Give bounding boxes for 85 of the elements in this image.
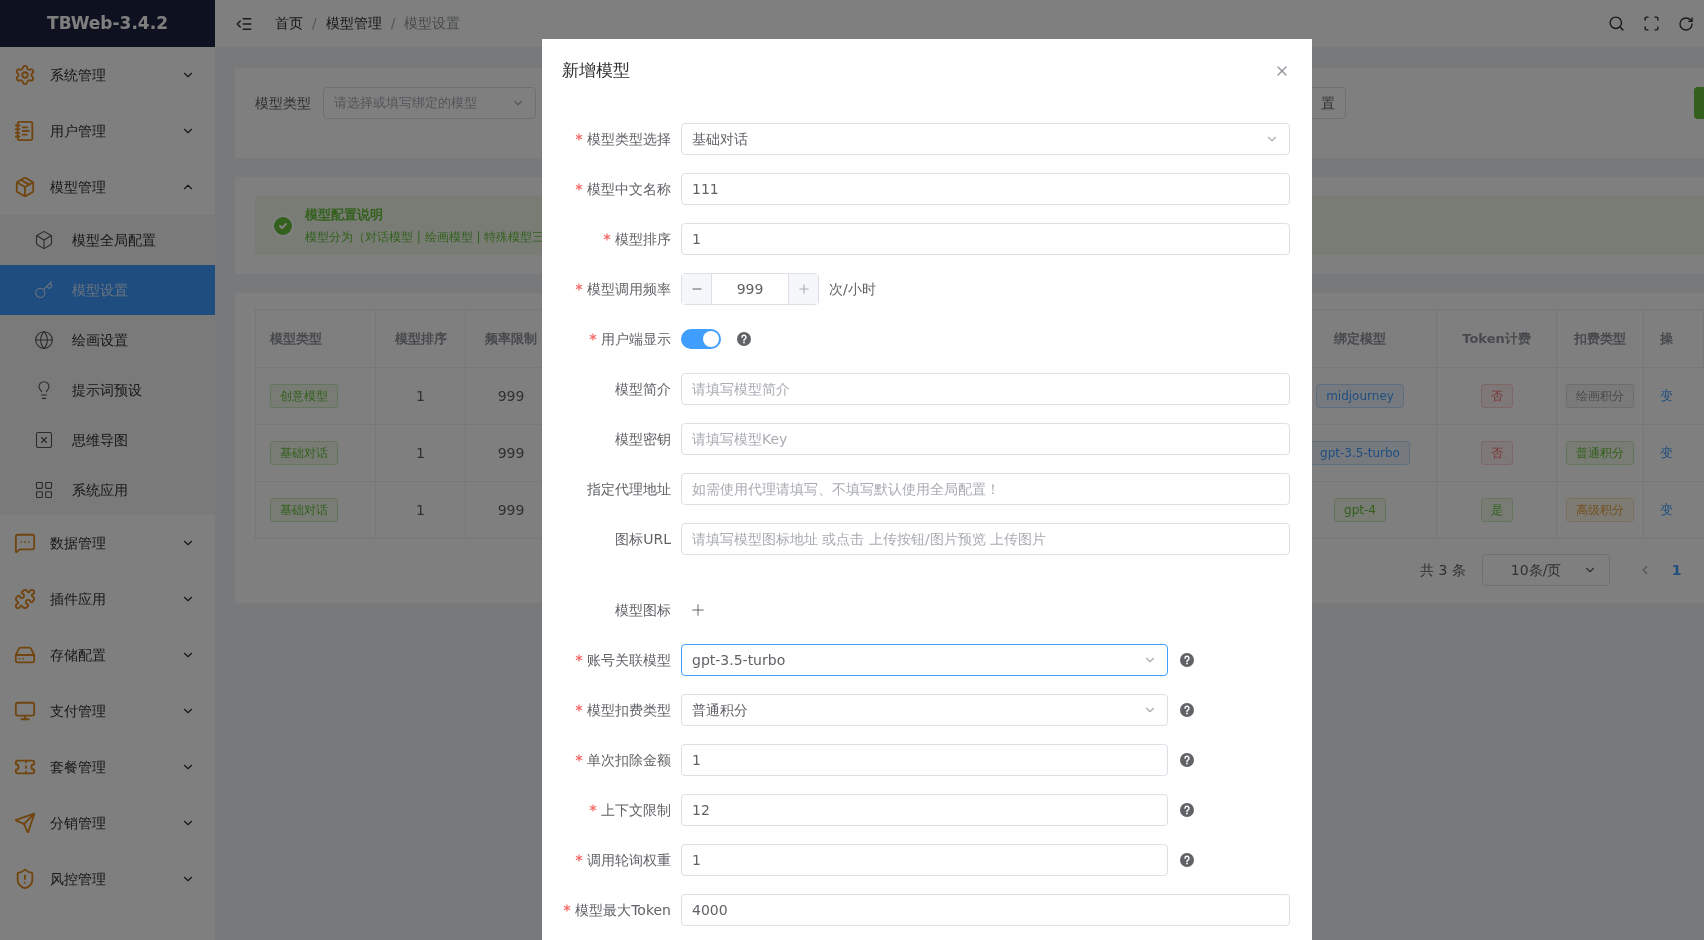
select-field[interactable]: gpt-3.5-turbo: [681, 644, 1168, 676]
submenu-item[interactable]: 提示词预设: [0, 365, 215, 415]
field-label: 指定代理地址: [587, 479, 671, 499]
field-label: 单次扣除金额: [587, 750, 671, 770]
dialog-title: 新增模型: [562, 59, 630, 83]
field-label: 图标URL: [615, 529, 671, 549]
breadcrumb-link[interactable]: 模型管理: [325, 13, 382, 34]
gear-icon: [14, 64, 36, 86]
menu-item[interactable]: 支付管理: [0, 683, 215, 739]
input-field[interactable]: 1: [681, 223, 1290, 255]
chat-icon: [14, 532, 36, 554]
select-field[interactable]: 普通积分: [681, 694, 1168, 726]
breadcrumb-link[interactable]: 首页: [275, 13, 303, 34]
input-field[interactable]: 12: [681, 794, 1168, 826]
field-label: 用户端显示: [601, 329, 671, 349]
puzzle-icon: [14, 588, 36, 610]
unit-label: 次/小时: [829, 279, 876, 299]
input-field[interactable]: 请填写模型Key: [681, 423, 1290, 455]
field-label: 上下文限制: [601, 800, 671, 820]
breadcrumb-separator: /: [312, 14, 317, 33]
submenu-item[interactable]: 系统应用: [0, 465, 215, 515]
menu-item[interactable]: 数据管理: [0, 515, 215, 571]
field-label: 模型类型选择: [587, 129, 671, 149]
grid-icon: [34, 480, 54, 500]
package-icon: [14, 176, 36, 198]
input-field[interactable]: 111: [681, 173, 1290, 205]
field-label: 模型简介: [615, 379, 671, 399]
toggle-switch[interactable]: [681, 329, 721, 349]
field-label: 账号关联模型: [587, 650, 671, 670]
menu-item[interactable]: 分销管理: [0, 795, 215, 851]
breadcrumb-separator: /: [390, 14, 396, 33]
field-label: 模型调用频率: [587, 279, 671, 299]
input-field[interactable]: 请填写模型简介: [681, 373, 1290, 405]
field-label: 模型图标: [615, 600, 671, 620]
field-label: 调用轮询权重: [587, 850, 671, 870]
menu-item[interactable]: 模型管理: [0, 159, 215, 215]
total-count: 共 3 条: [1420, 560, 1466, 580]
refresh-icon[interactable]: [1678, 15, 1694, 32]
key-icon: [34, 280, 54, 300]
page-size-select[interactable]: 10条/页: [1481, 554, 1610, 586]
help-icon[interactable]: [1180, 803, 1194, 817]
submenu-item[interactable]: 思维导图: [0, 415, 215, 465]
input-field[interactable]: 如需使用代理请填写、不填写默认使用全局配置！: [681, 473, 1290, 505]
send-icon: [14, 812, 36, 834]
field-label: 模型排序: [615, 229, 671, 249]
drive-icon: [14, 644, 36, 666]
help-icon[interactable]: [1180, 703, 1194, 717]
help-icon[interactable]: [1180, 753, 1194, 767]
menu-item[interactable]: 插件应用: [0, 571, 215, 627]
cube-icon: [34, 230, 54, 250]
help-icon[interactable]: [1180, 853, 1194, 867]
input-field[interactable]: 请填写模型图标地址 或点击 上传按钮/图片预览 上传图片: [681, 523, 1290, 555]
menu-item[interactable]: 风控管理: [0, 851, 215, 907]
monitor-icon: [14, 700, 36, 722]
field-label: 模型最大Token: [575, 900, 671, 920]
stepper-value: 999: [735, 279, 765, 299]
field-label: 模型扣费类型: [587, 700, 671, 720]
select-field[interactable]: 基础对话: [681, 123, 1290, 155]
alert-title: 模型配置说明: [305, 205, 384, 224]
submenu-item[interactable]: 模型全局配置: [0, 215, 215, 265]
table-cell: 1: [376, 482, 466, 539]
plus-icon: [796, 282, 811, 296]
menu-item[interactable]: 套餐管理: [0, 739, 215, 795]
menu-item[interactable]: 用户管理: [0, 103, 215, 159]
input-field[interactable]: 1: [681, 744, 1168, 776]
table-cell: 1: [376, 425, 466, 482]
field-label: 模型中文名称: [587, 179, 671, 199]
help-icon[interactable]: [1180, 653, 1194, 667]
check-circle-icon: [271, 213, 295, 238]
menu-item[interactable]: 存储配置: [0, 627, 215, 683]
field-label: 模型密钥: [615, 429, 671, 449]
notebook-icon: [14, 120, 36, 142]
search-icon[interactable]: [1608, 15, 1625, 32]
menu-item[interactable]: 系统管理: [0, 47, 215, 103]
square-x-icon: [34, 430, 54, 450]
input-field[interactable]: 4000: [681, 894, 1290, 926]
help-icon[interactable]: [737, 332, 751, 346]
fullscreen-icon[interactable]: [1643, 15, 1660, 32]
filter-label: 模型类型: [255, 94, 311, 113]
input-field[interactable]: 1: [681, 844, 1168, 876]
table-cell: 1: [376, 368, 466, 425]
app-logo: TBWeb-3.4.2: [0, 0, 215, 47]
shield-icon: [14, 868, 36, 890]
submenu-item[interactable]: 绘画设置: [0, 315, 215, 365]
globe-icon: [34, 330, 54, 350]
